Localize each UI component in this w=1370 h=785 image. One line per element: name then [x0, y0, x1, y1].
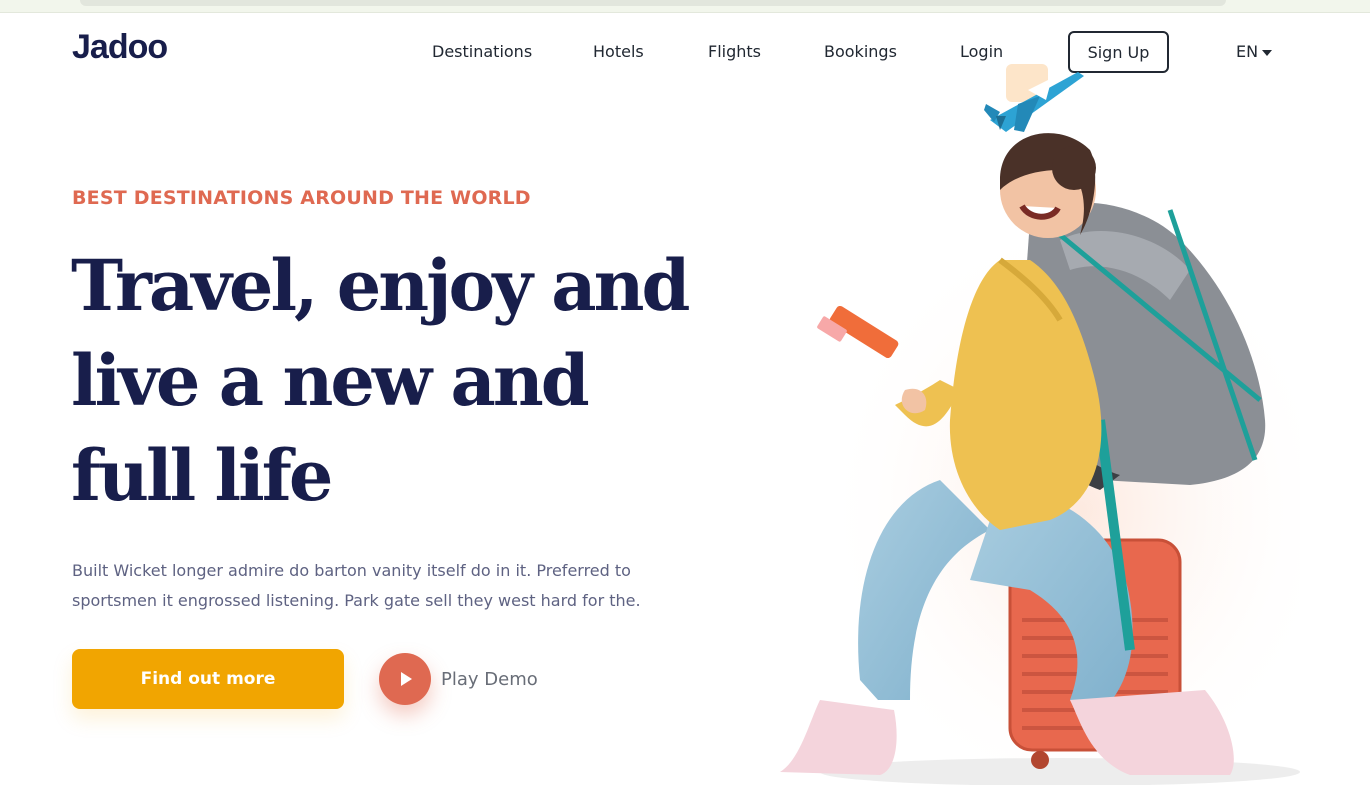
logo-text: Jadoo: [72, 28, 168, 66]
nav-login[interactable]: Login: [960, 42, 1003, 61]
headline-line: full life: [71, 434, 333, 517]
language-selector[interactable]: EN: [1236, 42, 1273, 61]
caret-down-icon: [1262, 49, 1273, 56]
hero-illustration: [780, 64, 1300, 785]
headline-line: live a new and: [71, 339, 590, 422]
airplane-icon: [984, 64, 1084, 132]
browser-address-bar: [80, 0, 1226, 6]
browser-top-strip: [0, 0, 1370, 13]
hero-headline: Travel, enjoy and live a new and full li…: [71, 238, 691, 523]
find-out-more-button[interactable]: Find out more: [72, 649, 344, 709]
language-label: EN: [1236, 42, 1259, 61]
signup-label: Sign Up: [1087, 42, 1150, 62]
nav-flights[interactable]: Flights: [708, 42, 761, 61]
play-demo-label[interactable]: Play Demo: [441, 669, 538, 690]
hero-eyebrow: BEST DESTINATIONS AROUND THE WORLD: [72, 187, 531, 209]
find-out-more-label: Find out more: [140, 669, 276, 689]
nav-destinations[interactable]: Destinations: [432, 42, 532, 61]
headline-line: Travel, enjoy and: [71, 244, 690, 327]
logo[interactable]: Jadoo: [72, 28, 168, 67]
hero-description: Built Wicket longer admire do barton van…: [72, 556, 652, 616]
nav-hotels[interactable]: Hotels: [593, 42, 644, 61]
play-icon: [401, 672, 412, 686]
description-line: Built Wicket longer admire do barton van…: [72, 561, 631, 580]
description-line: sportsmen it engrossed listening. Park g…: [72, 591, 641, 610]
play-demo-button[interactable]: [379, 653, 431, 705]
nav-bookings[interactable]: Bookings: [824, 42, 897, 61]
